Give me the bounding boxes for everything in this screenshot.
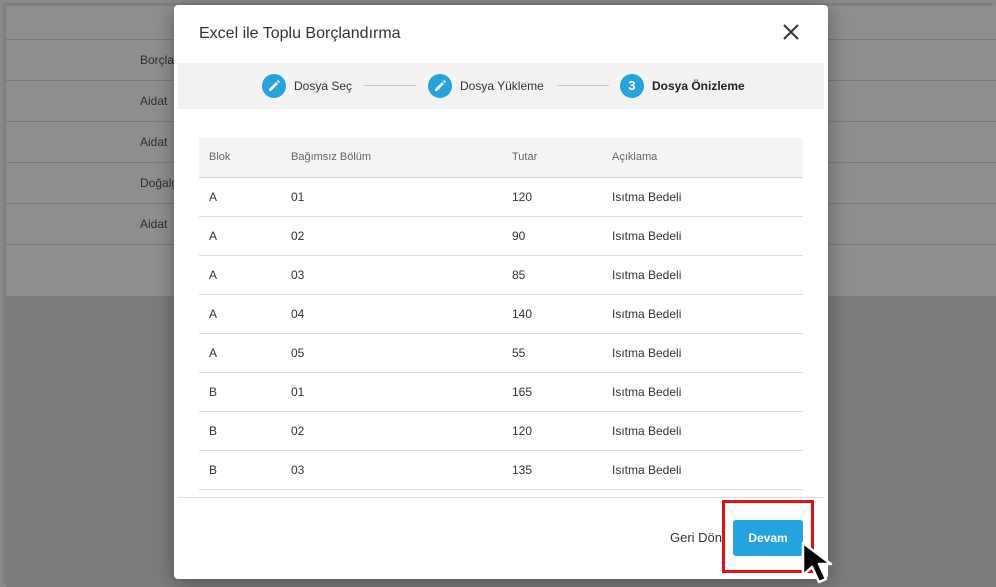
cell-aciklama: Isıtma Bedeli — [612, 411, 803, 451]
table-header-row: Blok Bağımsız Bölüm Tutar Açıklama — [199, 138, 803, 178]
cell-blok: A — [199, 216, 291, 256]
back-button[interactable]: Geri Dön — [670, 530, 722, 545]
table-row: A 01 120 Isıtma Bedeli — [199, 177, 803, 217]
cell-tutar: 165 — [512, 372, 612, 412]
table-row: B 01 165 Isıtma Bedeli — [199, 372, 803, 412]
cell-blok: A — [199, 333, 291, 373]
preview-table: Blok Bağımsız Bölüm Tutar Açıklama A 01 … — [199, 138, 803, 490]
cell-aciklama: Isıtma Bedeli — [612, 255, 803, 295]
step-number: 3 — [620, 74, 644, 98]
cell-bagimsiz-bolum: 01 — [291, 177, 512, 217]
cell-blok: B — [199, 411, 291, 451]
cell-aciklama: Isıtma Bedeli — [612, 177, 803, 217]
cell-bagimsiz-bolum: 03 — [291, 255, 512, 295]
cell-aciklama: Isıtma Bedeli — [612, 372, 803, 412]
cell-bagimsiz-bolum: 03 — [291, 450, 512, 490]
cell-bagimsiz-bolum: 02 — [291, 216, 512, 256]
column-header: Blok — [199, 138, 291, 178]
cell-tutar: 90 — [512, 216, 612, 256]
modal-title: Excel ile Toplu Borçlandırma — [199, 25, 401, 42]
cell-tutar: 135 — [512, 450, 612, 490]
step-connector — [364, 85, 416, 86]
continue-button[interactable]: Devam — [733, 520, 803, 556]
cell-blok: B — [199, 372, 291, 412]
footer-divider — [178, 497, 824, 498]
cell-blok: A — [199, 177, 291, 217]
step-label: Dosya Yükleme — [460, 79, 544, 93]
table-row: B 02 120 Isıtma Bedeli — [199, 411, 803, 451]
step-label: Dosya Önizleme — [652, 79, 745, 93]
cell-bagimsiz-bolum: 04 — [291, 294, 512, 334]
cell-blok: B — [199, 450, 291, 490]
preview-table-container: Blok Bağımsız Bölüm Tutar Açıklama A 01 … — [199, 138, 803, 490]
stepper: Dosya Seç Dosya Yükleme 3 Dosya Önizleme — [178, 63, 824, 109]
cell-aciklama: Isıtma Bedeli — [612, 216, 803, 256]
cell-tutar: 140 — [512, 294, 612, 334]
background-row-label: Doğalg — [140, 176, 179, 190]
cell-blok: A — [199, 294, 291, 334]
table-row: A 03 85 Isıtma Bedeli — [199, 255, 803, 295]
pencil-icon — [428, 74, 452, 98]
step-label: Dosya Seç — [294, 79, 353, 93]
background-row-label: Aidat — [140, 135, 168, 149]
background-row-label: Aidat — [140, 94, 168, 108]
cell-tutar: 120 — [512, 411, 612, 451]
close-icon[interactable] — [780, 21, 802, 43]
table-row: A 05 55 Isıtma Bedeli — [199, 333, 803, 373]
background-row-label: Aidat — [140, 217, 168, 231]
cell-tutar: 120 — [512, 177, 612, 217]
cell-aciklama: Isıtma Bedeli — [612, 333, 803, 373]
table-row: A 04 140 Isıtma Bedeli — [199, 294, 803, 334]
excel-import-modal: Excel ile Toplu Borçlandırma Dosya Seç D… — [174, 5, 828, 579]
cell-aciklama: Isıtma Bedeli — [612, 450, 803, 490]
cell-bagimsiz-bolum: 05 — [291, 333, 512, 373]
cell-bagimsiz-bolum: 02 — [291, 411, 512, 451]
cell-bagimsiz-bolum: 01 — [291, 372, 512, 412]
table-row: A 02 90 Isıtma Bedeli — [199, 216, 803, 256]
cell-tutar: 55 — [512, 333, 612, 373]
column-header: Tutar — [512, 138, 612, 178]
cell-blok: A — [199, 255, 291, 295]
mouse-pointer-icon — [800, 540, 846, 586]
cell-tutar: 85 — [512, 255, 612, 295]
table-row: B 03 135 Isıtma Bedeli — [199, 450, 803, 490]
step-connector — [557, 85, 609, 86]
pencil-icon — [262, 74, 286, 98]
column-header: Açıklama — [612, 138, 803, 178]
column-header: Bağımsız Bölüm — [291, 138, 512, 178]
cell-aciklama: Isıtma Bedeli — [612, 294, 803, 334]
